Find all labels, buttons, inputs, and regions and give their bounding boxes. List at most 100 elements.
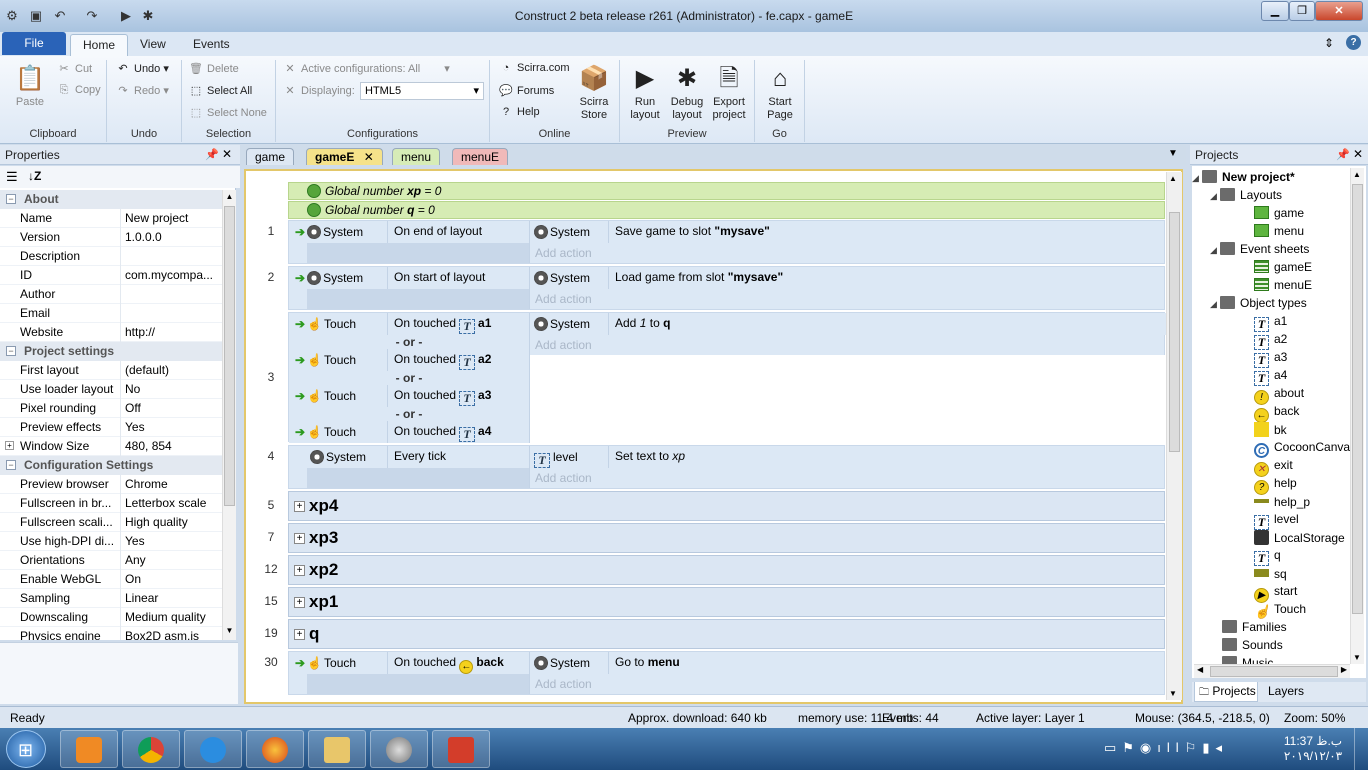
event-group-xp2[interactable]: + xp2 [288,555,1165,585]
pin-icon[interactable]: 📌 [1336,148,1350,161]
event-group-q[interactable]: + q [288,619,1165,649]
collapse-icon[interactable]: − [6,194,16,204]
condition[interactable]: ➔ System On end of layout [289,221,529,243]
event-group-xp1[interactable]: + xp1 [288,587,1165,617]
event-4[interactable]: System Every tick Tlevel Set text to xp … [288,445,1165,489]
expand-icon[interactable]: + [294,597,305,608]
debug-layout-button[interactable]: ✱ Debug layout [666,62,708,122]
tab-home[interactable]: Home [70,34,129,56]
close-tab-icon[interactable]: ✕ [364,150,374,164]
tab-layers[interactable]: Layers [1268,684,1304,698]
event-3[interactable]: ➔ ☝ Touch On touched Ta1 - or - ➔ ☝ Touch On … [288,312,1166,443]
tree-hscrollbar[interactable]: ◀ ▶ [1194,664,1350,678]
property-category[interactable]: − Configuration Settings [0,456,222,475]
delete-button[interactable]: 🗑 Delete [188,62,239,75]
property-value[interactable]: Any [120,551,220,570]
forums-link[interactable]: 💬 Forums [498,84,554,97]
tree-root[interactable]: ◢ New project* [1192,170,1295,184]
clock[interactable]: 11:37 ب.ظ ۲۰۱۹/۱۲/۰۳ [1278,734,1348,764]
event-sheet[interactable]: Global number xp = 0 Global number q = 0… [244,169,1183,704]
minimize-button[interactable]: ▁ [1261,1,1289,21]
expand-icon[interactable]: + [294,629,305,640]
tree-layout[interactable]: game [1254,206,1304,220]
add-action-link[interactable]: Add action [529,468,1166,488]
tree-object[interactable]: Ta3 [1254,350,1287,368]
expand-icon[interactable]: + [294,533,305,544]
action[interactable]: System Save game to slot "mysave" [529,221,1166,243]
property-row[interactable]: Name New project [0,209,222,228]
property-value[interactable]: Linear [120,589,220,608]
property-value[interactable]: Letterbox scale [120,494,220,513]
property-value[interactable]: Yes [120,532,220,551]
property-row[interactable]: Physics engine Box2D asm.js [0,627,222,640]
tree-eventsheet[interactable]: gameE [1254,260,1312,274]
global-variable-xp[interactable]: Global number xp = 0 [288,182,1165,200]
expand-icon[interactable]: + [294,565,305,576]
collapse-icon[interactable]: ◢ [1210,245,1220,256]
condition[interactable]: ➔ ☝ Touch On touched ← back [289,652,529,674]
tree-folder-layouts[interactable]: ◢ Layouts [1210,188,1282,202]
help-icon[interactable]: ? [1346,35,1361,50]
scroll-down-icon[interactable]: ▼ [1169,689,1177,698]
scirra-store-button[interactable]: 📦 Scirra Store [574,62,614,122]
property-value[interactable] [120,247,220,266]
taskbar-ie[interactable] [184,730,242,768]
doc-tab-gameE[interactable]: gameE ✕ [306,148,383,165]
collapse-icon[interactable]: − [6,460,16,470]
tree-object[interactable]: ! about [1254,386,1304,405]
property-row[interactable]: First layout (default) [0,361,222,380]
property-value[interactable] [120,304,220,323]
property-row[interactable]: Orientations Any [0,551,222,570]
doc-tab-menu[interactable]: menu [392,148,441,165]
condition[interactable]: System Every tick [289,446,529,468]
event-group-xp4[interactable]: + xp4 [288,491,1165,521]
property-value[interactable]: Off [120,399,220,418]
property-value[interactable]: New project [120,209,220,228]
property-value[interactable]: com.mycompa... [120,266,220,285]
close-button[interactable]: ✕ [1315,1,1363,21]
property-value[interactable]: 1.0.0.0 [120,228,220,247]
add-action-link[interactable]: Add action [529,674,1166,694]
global-variable-q[interactable]: Global number q = 0 [288,201,1165,219]
tree-object[interactable]: Ta1 [1254,314,1287,332]
close-icon[interactable]: ✕ [1353,147,1363,161]
tree-object[interactable]: Tlevel [1254,512,1299,530]
system-tray-icons[interactable]: ▭⚑◉ıll⚐▮◂ [1104,740,1228,756]
tree-folder-families[interactable]: Families [1222,620,1287,634]
tree-folder-sounds[interactable]: Sounds [1222,638,1283,652]
condition[interactable]: ➔ ☝ Touch On touched Ta2 [289,349,529,371]
paste-button[interactable]: 📋 Paste [8,62,52,109]
select-none-button[interactable]: ⬚ Select None [188,106,267,119]
export-project-button[interactable]: 🗎 Export project [708,62,750,122]
help-link[interactable]: ? Help [498,106,540,118]
property-row[interactable]: ID com.mycompa... [0,266,222,285]
tree-scrollbar[interactable]: ▲ ▼ [1350,168,1364,664]
taskbar-firefox[interactable] [246,730,304,768]
categorized-icon[interactable]: ☰ [6,169,18,185]
copy-button[interactable]: ⎘ Copy [56,84,101,97]
ribbon-options-icon[interactable]: ⇕ [1324,36,1334,50]
property-value[interactable]: Chrome [120,475,220,494]
tree-object[interactable]: LocalStorage [1254,530,1345,545]
condition[interactable]: ➔ ☝ Touch On touched Ta1 [289,313,529,335]
property-row[interactable]: Email [0,304,222,323]
tree-object[interactable]: Ta2 [1254,332,1287,350]
tree-folder-objects[interactable]: ◢ Object types [1210,296,1307,310]
select-all-button[interactable]: ⬚ Select All [188,84,252,97]
tree-object[interactable]: bk [1254,422,1287,437]
property-row[interactable]: Author [0,285,222,304]
add-action-link[interactable]: Add action [529,335,1166,355]
property-row[interactable]: + Window Size 480, 854 [0,437,222,456]
property-value[interactable]: Medium quality [120,608,220,627]
tree-folder-eventsheets[interactable]: ◢ Event sheets [1210,242,1309,256]
start-page-button[interactable]: ⌂ Start Page [759,62,801,122]
property-value[interactable]: 480, 854 [120,437,220,456]
property-value[interactable]: No [120,380,220,399]
doc-tab-game[interactable]: game [246,148,295,165]
tabs-dropdown-icon[interactable]: ▼ [1168,148,1178,159]
sort-az-icon[interactable]: ↓Z [28,169,41,183]
property-row[interactable]: Downscaling Medium quality [0,608,222,627]
collapse-icon[interactable]: − [6,346,16,356]
displaying-select[interactable]: HTML5 ▾ [360,82,484,100]
show-desktop-button[interactable] [1354,728,1368,770]
